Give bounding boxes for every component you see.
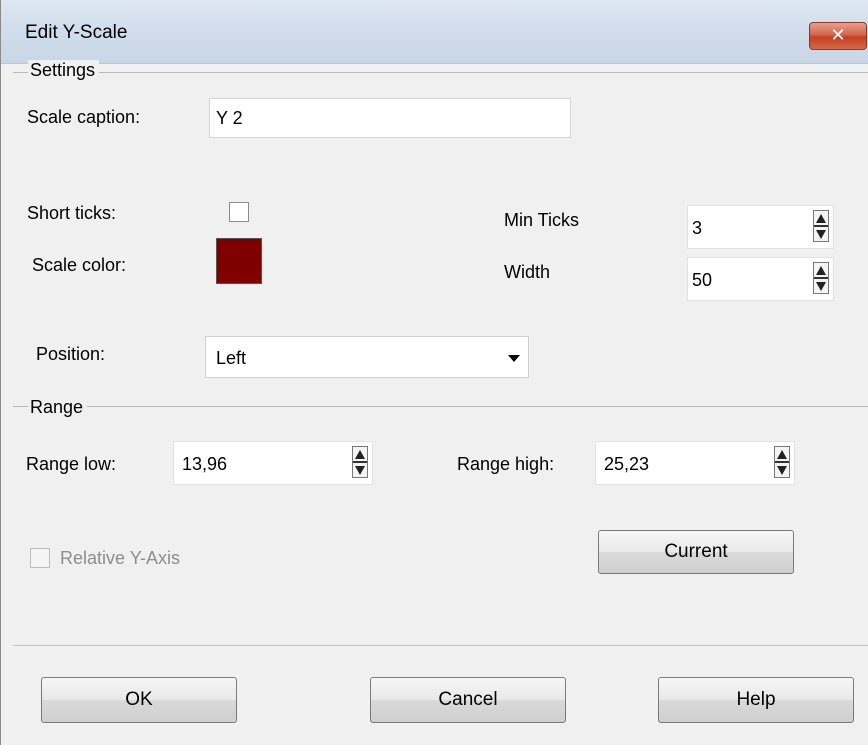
title-bar: Edit Y-Scale ✕ <box>1 0 868 64</box>
spin-arrows-icon[interactable] <box>352 446 368 478</box>
scale-color-label: Scale color: <box>32 255 127 275</box>
spin-arrows-icon[interactable] <box>813 210 829 242</box>
position-select[interactable]: Left <box>205 336 529 378</box>
range-group-label: Range <box>28 397 88 418</box>
ok-button-label: OK <box>125 689 153 710</box>
range-high-value: 25,23 <box>604 454 650 474</box>
position-value: Left <box>216 348 247 368</box>
button-separator <box>13 645 868 646</box>
min-ticks-value: 3 <box>692 218 703 238</box>
spin-arrows-icon[interactable] <box>774 446 790 478</box>
scale-color-swatch[interactable] <box>216 238 262 284</box>
window-title: Edit Y-Scale <box>25 22 128 43</box>
help-button[interactable]: Help <box>658 677 854 723</box>
relative-y-axis-label: Relative Y-Axis <box>60 548 181 568</box>
width-spinner[interactable]: 50 <box>687 257 834 301</box>
help-button-label: Help <box>736 689 776 710</box>
current-button[interactable]: Current <box>598 530 794 574</box>
settings-group-label: Settings <box>28 60 100 81</box>
close-button[interactable]: ✕ <box>809 22 867 50</box>
range-low-label: Range low: <box>26 454 117 474</box>
position-label: Position: <box>36 344 106 364</box>
current-button-label: Current <box>664 541 728 562</box>
range-low-spinner[interactable]: 13,96 <box>173 441 373 485</box>
width-label: Width <box>504 262 551 282</box>
cancel-button-label: Cancel <box>438 689 498 710</box>
range-high-spinner[interactable]: 25,23 <box>595 441 795 485</box>
short-ticks-label: Short ticks: <box>27 203 117 223</box>
scale-caption-label: Scale caption: <box>27 107 141 127</box>
min-ticks-label: Min Ticks <box>504 210 580 230</box>
width-value: 50 <box>692 270 713 290</box>
close-icon: ✕ <box>830 25 846 45</box>
min-ticks-spinner[interactable]: 3 <box>687 205 834 249</box>
scale-caption-value: Y 2 <box>216 108 243 128</box>
spin-arrows-icon[interactable] <box>813 262 829 294</box>
chevron-down-icon[interactable] <box>508 355 520 362</box>
short-ticks-checkbox[interactable] <box>229 202 249 222</box>
scale-caption-input[interactable]: Y 2 <box>209 98 571 138</box>
ok-button[interactable]: OK <box>41 677 237 723</box>
cancel-button[interactable]: Cancel <box>370 677 566 723</box>
relative-y-axis-checkbox[interactable] <box>30 548 50 568</box>
edit-y-scale-dialog: Edit Y-Scale ✕ Settings Scale caption: Y… <box>0 0 868 745</box>
range-high-label: Range high: <box>457 454 555 474</box>
range-low-value: 13,96 <box>182 454 228 474</box>
